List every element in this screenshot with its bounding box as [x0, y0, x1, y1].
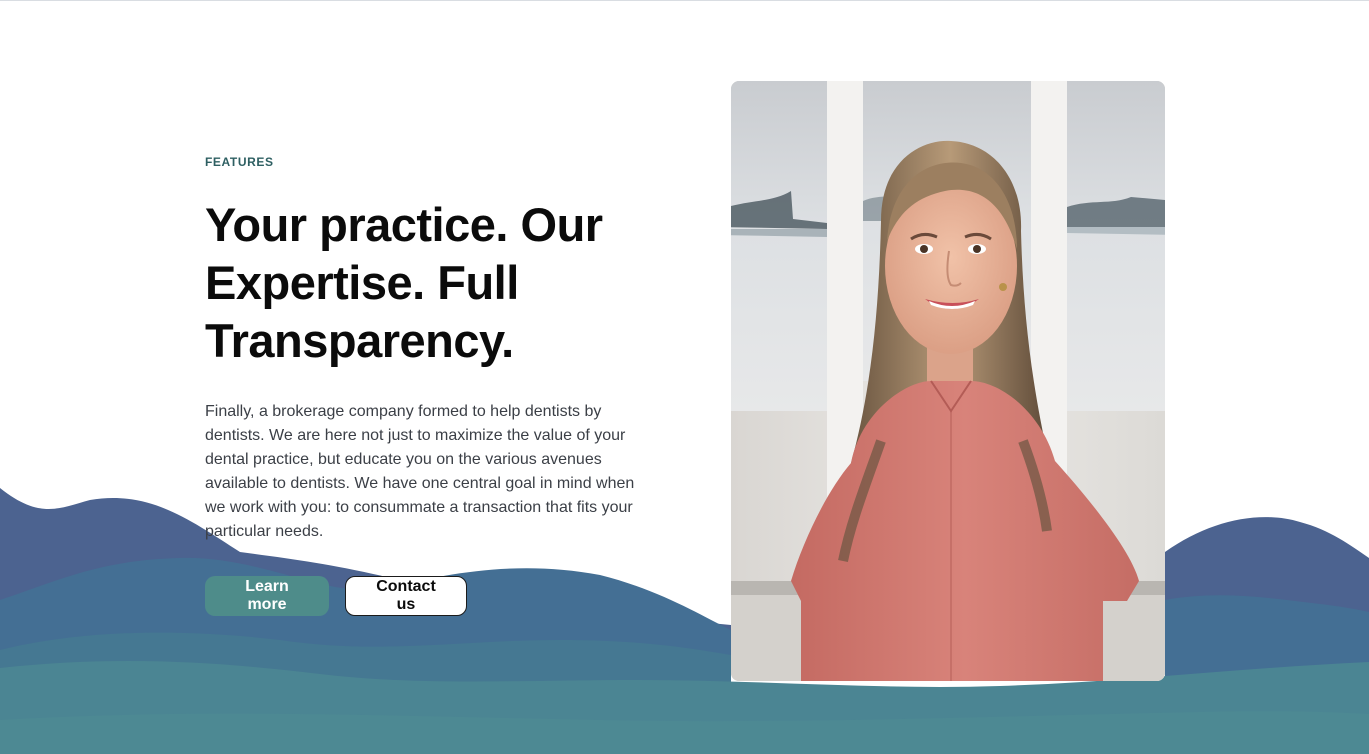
hero-section: FEATURES Your practice. Our Expertise. F…: [0, 0, 1369, 754]
hero-content: FEATURES Your practice. Our Expertise. F…: [205, 152, 645, 616]
portrait-photo: [731, 81, 1165, 681]
contact-us-button[interactable]: Contact us: [345, 576, 467, 616]
hero-description: Finally, a brokerage company formed to h…: [205, 403, 635, 540]
hero-actions: Learn more Contact us: [205, 576, 645, 616]
section-eyebrow: FEATURES: [205, 155, 274, 169]
learn-more-button[interactable]: Learn more: [205, 576, 329, 616]
hero-headline: Your practice. Our Expertise. Full Trans…: [205, 198, 603, 367]
portrait-illustration: [731, 81, 1165, 681]
